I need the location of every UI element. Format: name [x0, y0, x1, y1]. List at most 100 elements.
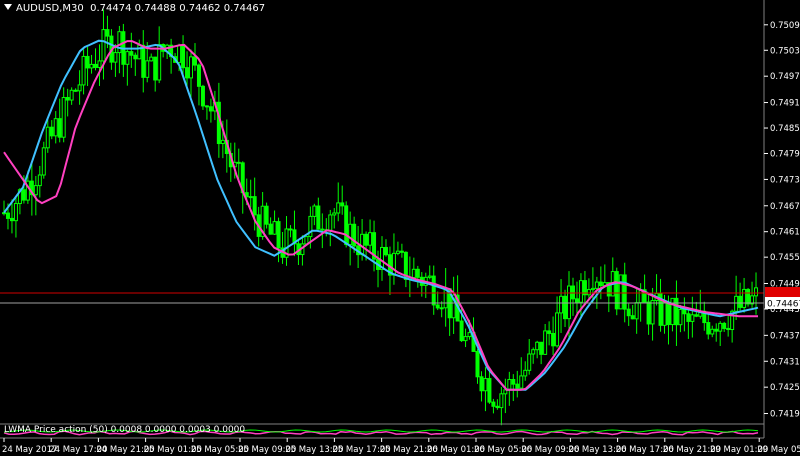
candle-body: [117, 31, 122, 54]
candle-body: [37, 174, 42, 187]
candle-body: [41, 147, 46, 176]
y-tick-label: 0.74376: [770, 331, 800, 341]
candle-body: [590, 287, 595, 291]
candle-body: [276, 221, 281, 249]
candle-body: [185, 67, 190, 79]
y-tick-label: 0.74976: [770, 72, 800, 82]
candle-body: [662, 301, 667, 326]
candle-body: [13, 203, 18, 222]
candle-body: [344, 205, 349, 246]
candle-body: [722, 322, 727, 329]
candle-body: [77, 84, 82, 92]
current-price-tag: 0.74467: [765, 297, 800, 310]
candle-body: [630, 315, 635, 320]
candle-body: [551, 332, 556, 347]
candle-body: [555, 312, 560, 347]
candle-body: [196, 64, 201, 87]
candle-body: [153, 56, 158, 81]
candle-body: [200, 85, 205, 107]
candle-body: [543, 330, 548, 355]
y-tick-label: 0.74797: [770, 150, 800, 160]
candle-body: [690, 314, 695, 322]
candle-body: [97, 60, 102, 68]
candle-body: [718, 322, 723, 332]
ohlc-values: 0.74474 0.74488 0.74462 0.74467: [90, 3, 266, 14]
candle-body: [399, 250, 404, 253]
candle-body: [563, 295, 568, 320]
candle-body: [666, 301, 671, 326]
candle-body: [360, 233, 365, 256]
candle-body: [710, 328, 715, 335]
candle-body: [145, 60, 150, 78]
candle-body: [395, 250, 400, 254]
candle-body: [328, 214, 333, 231]
candle-body: [248, 196, 253, 199]
candle-body: [192, 56, 197, 66]
candle-body: [495, 405, 500, 409]
candle-body: [439, 307, 444, 310]
current-price-text: 0.74467: [767, 300, 800, 310]
symbol-label: AUDUSD,M30: [16, 3, 84, 14]
candle-body: [686, 313, 691, 322]
candle-body: [93, 63, 98, 68]
candle-body: [368, 232, 373, 246]
candle-body: [45, 126, 50, 149]
candle-body: [531, 349, 536, 355]
candle-body: [268, 223, 273, 235]
candle-body: [189, 56, 194, 79]
candle-body: [141, 44, 146, 78]
candle-body: [535, 341, 540, 351]
candle-body: [435, 304, 440, 309]
candle-body: [264, 205, 269, 225]
candle-body: [682, 308, 687, 315]
candle-body: [336, 202, 341, 214]
candle-body: [105, 29, 110, 37]
candle-body: [5, 212, 10, 219]
candle-body: [427, 275, 432, 278]
candle-body: [133, 54, 138, 60]
x-tick-label: 29 May 05:00: [757, 445, 800, 455]
symbol-header[interactable]: AUDUSD,M30 0.74474 0.74488 0.74462 0.744…: [4, 2, 265, 15]
candle-body: [85, 55, 90, 69]
candle-body: [411, 268, 416, 279]
candle-body: [252, 196, 257, 216]
candle-body: [65, 97, 70, 101]
candle-body: [511, 379, 516, 385]
dropdown-arrow-icon[interactable]: [4, 4, 12, 10]
candle-body: [272, 221, 277, 235]
y-tick-label: 0.75095: [770, 21, 800, 31]
candle-body: [746, 288, 751, 305]
candle-body: [177, 45, 182, 63]
candle-body: [539, 341, 544, 355]
candle-body: [594, 281, 599, 289]
candle-body: [316, 205, 321, 230]
candle-body: [113, 52, 118, 63]
candle-body: [443, 288, 448, 309]
y-tick-label: 0.74856: [770, 124, 800, 134]
candle-body: [69, 89, 74, 101]
candle-body: [499, 393, 504, 409]
candle-body: [754, 287, 759, 297]
candle-body: [523, 369, 528, 377]
candle-body: [586, 289, 591, 296]
y-tick-label: 0.74737: [770, 175, 800, 185]
candle-body: [348, 223, 353, 246]
candle-body: [288, 228, 293, 231]
candle-body: [391, 252, 396, 276]
candle-body: [467, 332, 472, 338]
candle-body: [204, 105, 209, 108]
candle-body: [491, 401, 496, 407]
candle-body: [734, 295, 739, 312]
candle-body: [9, 217, 14, 222]
price-chart[interactable]: 0.75095 0.75036 0.74976 0.74915 0.74856 0.747…: [0, 0, 800, 456]
candle-body: [670, 297, 675, 326]
candle-body: [570, 285, 575, 300]
candle-body: [487, 378, 492, 403]
candle-body: [157, 44, 162, 81]
candle-body: [431, 275, 436, 306]
candle-body: [312, 205, 317, 217]
candle-body: [21, 189, 26, 201]
candle-body: [304, 236, 309, 245]
candle-body: [340, 202, 345, 207]
candle-body: [81, 55, 86, 86]
